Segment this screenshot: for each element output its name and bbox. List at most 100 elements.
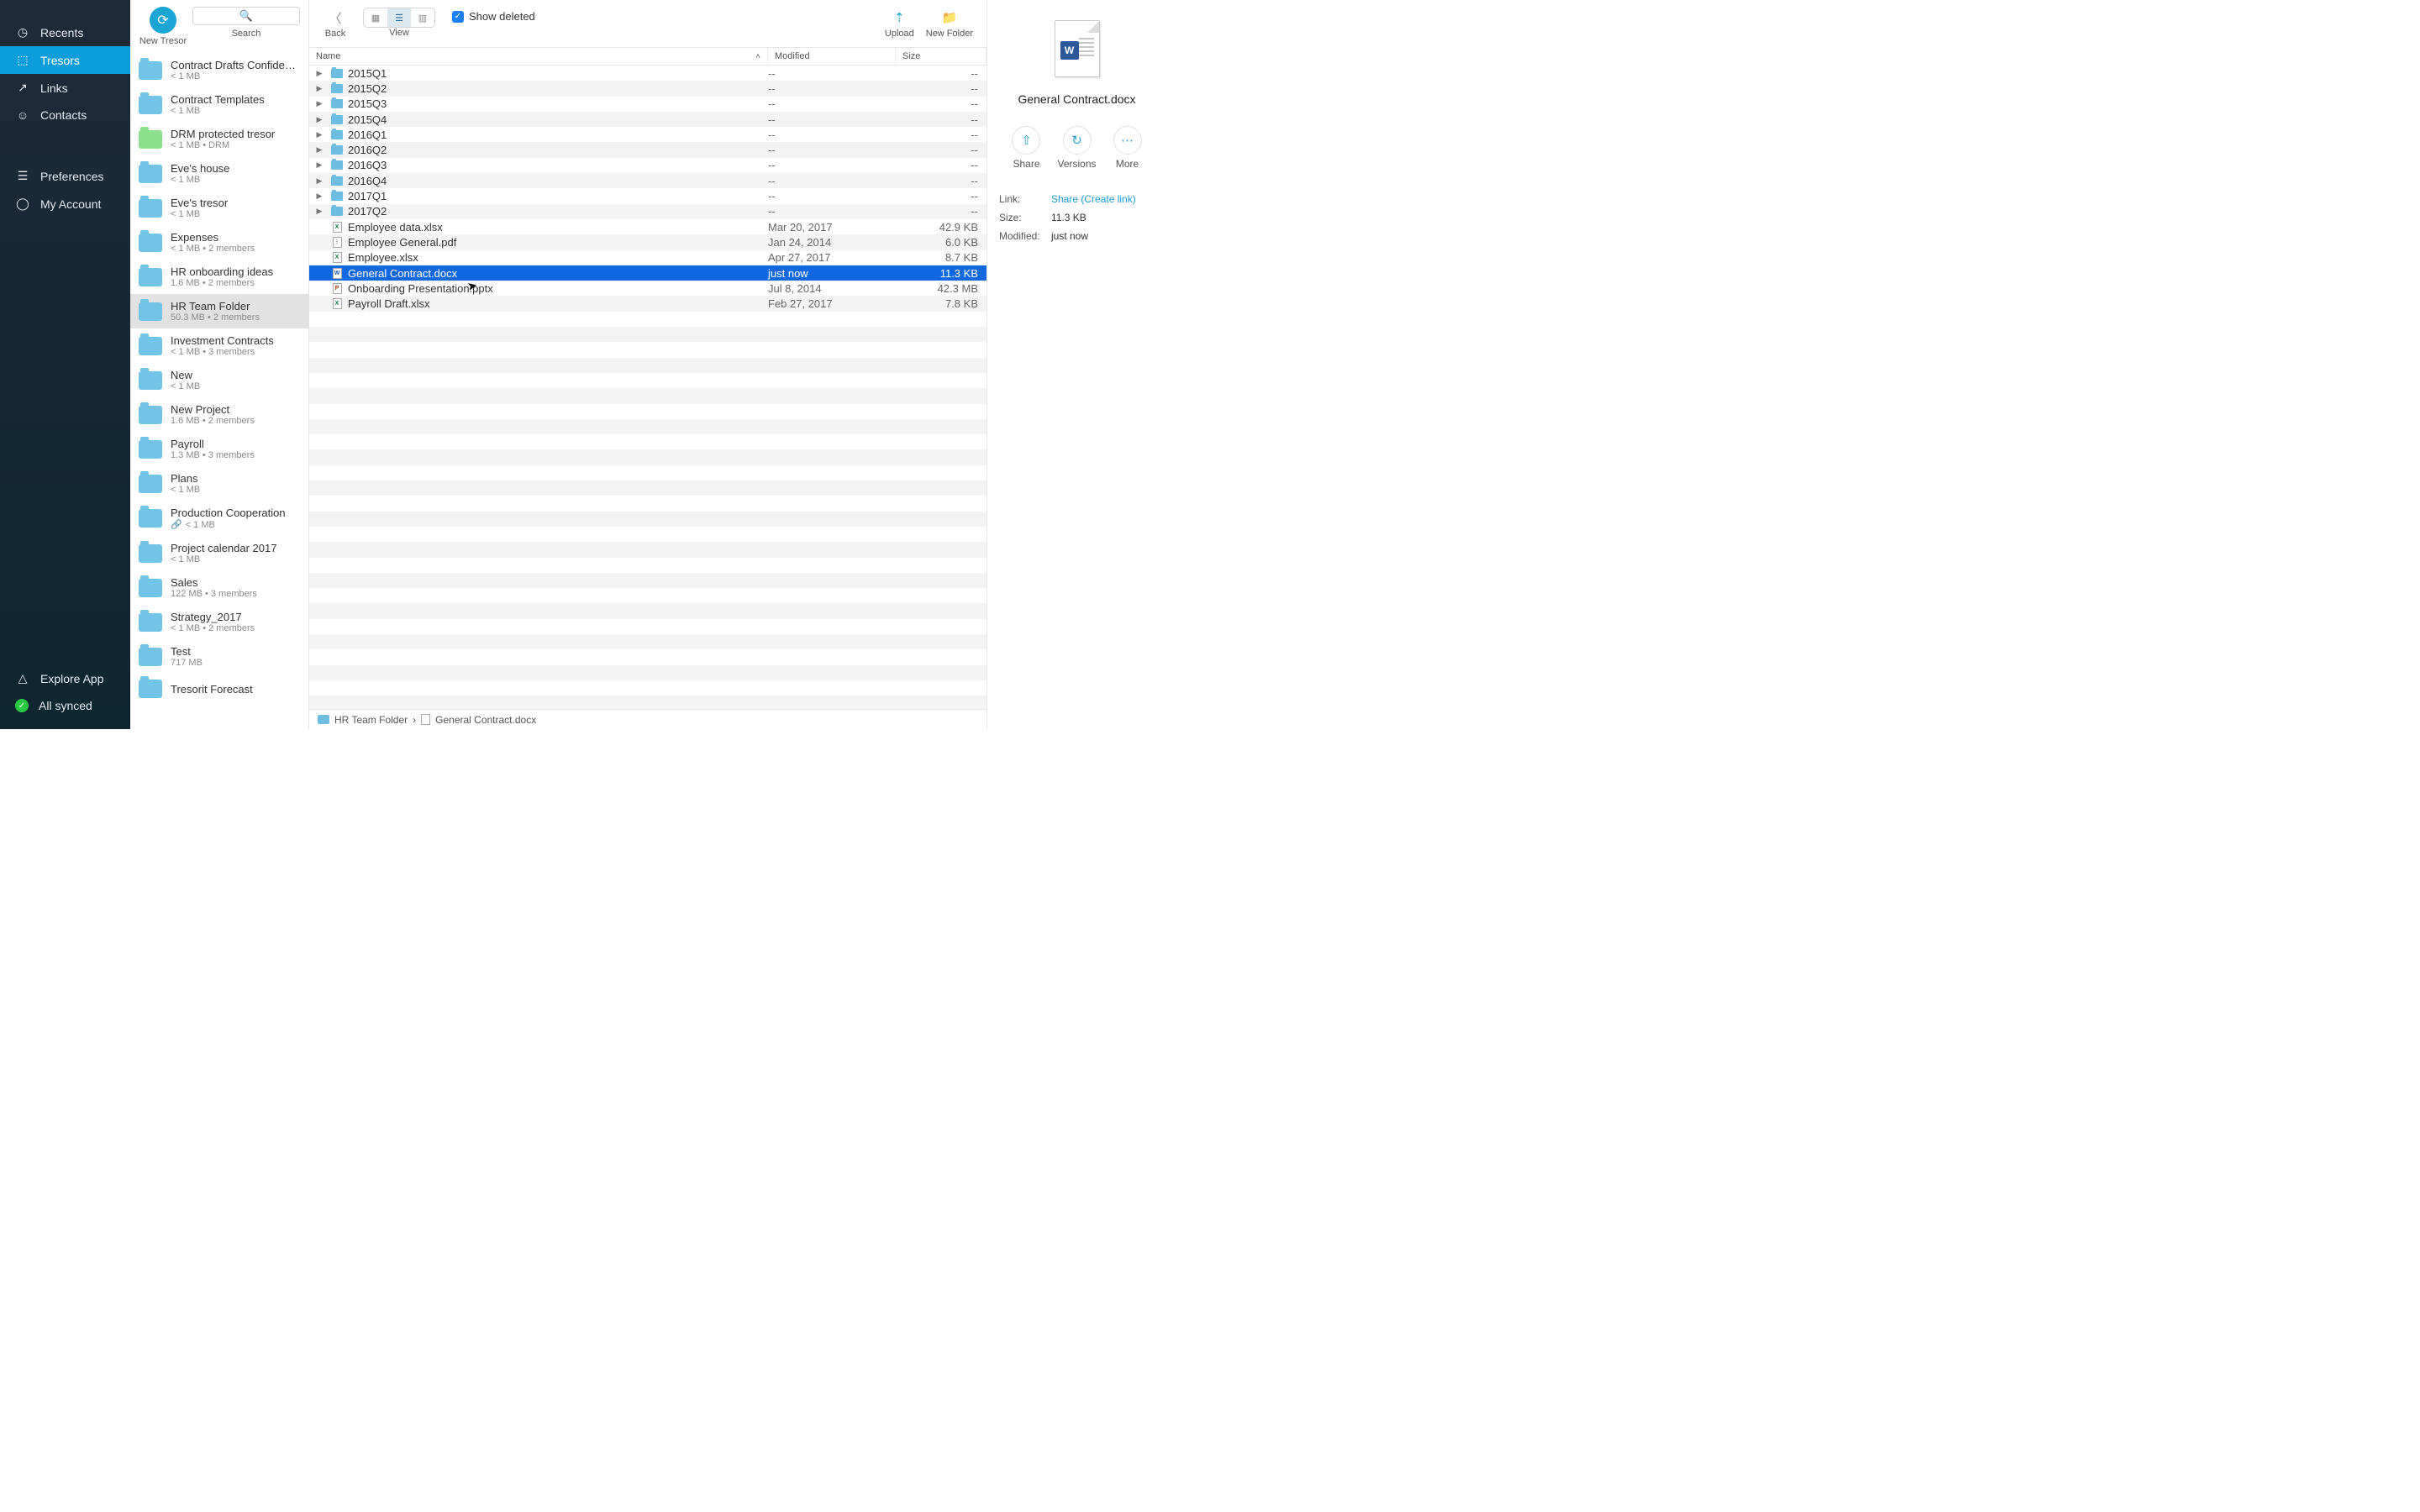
new-folder-label: New Folder <box>926 29 973 39</box>
column-modified[interactable]: Modified <box>768 48 896 65</box>
pdf-icon: ⋮ <box>333 237 342 248</box>
file-row[interactable]: ⋮Employee General.pdfJan 24, 20146.0 KB <box>309 234 986 249</box>
tresor-item[interactable]: Payroll1.3 MB • 3 members <box>130 432 308 466</box>
tresor-item[interactable]: Test717 MB <box>130 639 308 674</box>
file-size: -- <box>896 129 986 141</box>
versions-button[interactable]: ↻ Versions <box>1057 126 1096 170</box>
file-row[interactable]: ▶2017Q1---- <box>309 188 986 203</box>
breadcrumb-folder[interactable]: HR Team Folder <box>334 714 408 726</box>
file-row[interactable]: WGeneral Contract.docxjust now11.3 KB <box>309 265 986 281</box>
tresor-item[interactable]: DRM protected tresor< 1 MB • DRM <box>130 122 308 156</box>
view-grid-icon[interactable]: ▦ <box>364 8 387 27</box>
tresor-item[interactable]: Tresorit Forecast <box>130 674 308 704</box>
file-row[interactable]: XEmployee data.xlsxMar 20, 201742.9 KB <box>309 219 986 234</box>
tresor-item[interactable]: Contract Drafts Confide…< 1 MB <box>130 53 308 87</box>
nav-item-recents[interactable]: ◷Recents <box>0 18 130 46</box>
folder-icon <box>139 371 162 390</box>
file-name: Payroll Draft.xlsx <box>345 297 768 310</box>
tresor-name: Sales <box>171 576 300 589</box>
tresor-item[interactable]: Project calendar 2017< 1 MB <box>130 536 308 570</box>
tresor-name: New <box>171 369 300 381</box>
back-button[interactable]: 〈 Back <box>323 7 348 39</box>
folder-icon <box>139 302 162 321</box>
disclosure-icon: ▶ <box>309 160 329 170</box>
file-row[interactable]: ▶2017Q2---- <box>309 204 986 219</box>
nav-item-explore[interactable]: △Explore App <box>0 664 130 692</box>
breadcrumb-file[interactable]: General Contract.docx <box>435 714 536 726</box>
file-modified: -- <box>768 129 896 141</box>
tresor-item[interactable]: Eve's tresor< 1 MB <box>130 191 308 225</box>
folder-icon <box>139 579 162 597</box>
tresor-item[interactable]: Plans< 1 MB <box>130 466 308 501</box>
file-row[interactable]: ▶2016Q3---- <box>309 158 986 173</box>
more-button[interactable]: ⋯ More <box>1113 126 1142 170</box>
folder-icon <box>139 199 162 218</box>
view-columns-icon[interactable]: ▥ <box>411 8 434 27</box>
tresor-meta: 50.3 MB • 2 members <box>171 312 300 323</box>
folder-icon <box>331 99 343 108</box>
empty-row <box>309 465 986 480</box>
nav-item-synced[interactable]: ✓All synced <box>0 692 130 719</box>
nav-label: My Account <box>40 197 101 211</box>
tresor-item[interactable]: Investment Contracts< 1 MB • 3 members <box>130 328 308 363</box>
column-size[interactable]: Size <box>896 48 986 65</box>
new-tresor-icon: ⟳ <box>150 7 176 34</box>
meta-link-value[interactable]: Share (Create link) <box>1051 193 1136 205</box>
view-segmented[interactable]: ▦ ☰ ▥ <box>363 8 435 28</box>
tresor-item[interactable]: HR onboarding ideas1.6 MB • 2 members <box>130 260 308 294</box>
new-tresor-button[interactable]: ⟳ New Tresor <box>139 7 187 46</box>
tresor-item[interactable]: Production Cooperation🔗< 1 MB <box>130 501 308 536</box>
detail-metadata: Link: Share (Create link) Size: 11.3 KB … <box>999 193 1155 249</box>
file-row[interactable]: ▶2016Q4---- <box>309 173 986 188</box>
tresor-item[interactable]: Contract Templates< 1 MB <box>130 87 308 122</box>
folder-icon <box>331 160 343 170</box>
nav-item-preferences[interactable]: ☰Preferences <box>0 162 130 190</box>
column-name[interactable]: Name ˄ <box>309 48 768 65</box>
detail-panel: W General Contract.docx ⇧ Share ↻ Versio… <box>987 0 1166 729</box>
tresor-item[interactable]: Strategy_2017< 1 MB • 2 members <box>130 605 308 639</box>
show-deleted-checkbox[interactable]: ✓ Show deleted <box>452 10 535 23</box>
view-list-icon[interactable]: ☰ <box>387 8 411 27</box>
file-row[interactable]: ▶2016Q1---- <box>309 127 986 142</box>
file-size: -- <box>896 97 986 110</box>
nav-item-account[interactable]: ◯My Account <box>0 190 130 218</box>
file-name: Employee.xlsx <box>345 251 768 264</box>
tresor-item[interactable]: Eve's house< 1 MB <box>130 156 308 191</box>
xlsx-icon: X <box>333 222 342 233</box>
upload-button[interactable]: ⇡ Upload <box>885 7 914 39</box>
file-row[interactable]: XEmployee.xlsxApr 27, 20178.7 KB <box>309 250 986 265</box>
file-row[interactable]: ▶2016Q2---- <box>309 142 986 157</box>
tresor-item[interactable]: Sales122 MB • 3 members <box>130 570 308 605</box>
tresor-list[interactable]: Contract Drafts Confide…< 1 MBContract T… <box>130 53 308 729</box>
meta-modified-value: just now <box>1051 230 1088 242</box>
file-row[interactable]: POnboarding Presentation.pptxJul 8, 2014… <box>309 281 986 296</box>
nav-label: All synced <box>39 699 92 712</box>
nav-item-tresors[interactable]: ⬚Tresors <box>0 46 130 74</box>
file-size: 6.0 KB <box>896 236 986 249</box>
main-panel: 〈 Back ▦ ☰ ▥ View ✓ Show deleted ⇡ Uploa… <box>309 0 987 729</box>
tresor-item[interactable]: New< 1 MB <box>130 363 308 397</box>
versions-icon: ↻ <box>1063 126 1092 155</box>
file-list[interactable]: ▶2015Q1----▶2015Q2----▶2015Q3----▶2015Q4… <box>309 66 986 709</box>
nav-item-contacts[interactable]: ☺Contacts <box>0 102 130 129</box>
nav-item-links[interactable]: ↗Links <box>0 74 130 102</box>
upload-label: Upload <box>885 29 914 39</box>
tresor-item[interactable]: Expenses< 1 MB • 2 members <box>130 225 308 260</box>
share-button[interactable]: ⇧ Share <box>1012 126 1040 170</box>
search-input[interactable]: 🔍 <box>192 7 300 25</box>
tresor-item[interactable]: HR Team Folder50.3 MB • 2 members <box>130 294 308 328</box>
tresor-item[interactable]: New Project1.6 MB • 2 members <box>130 397 308 432</box>
search-icon: 🔍 <box>239 9 253 23</box>
file-name: 2017Q1 <box>345 190 768 202</box>
file-row[interactable]: XPayroll Draft.xlsxFeb 27, 20177.8 KB <box>309 296 986 311</box>
meta-modified-label: Modified: <box>999 230 1051 242</box>
file-modified: -- <box>768 190 896 202</box>
file-row[interactable]: ▶2015Q1---- <box>309 66 986 81</box>
file-row[interactable]: ▶2015Q3---- <box>309 97 986 112</box>
file-row[interactable]: ▶2015Q4---- <box>309 112 986 127</box>
disclosure-icon: ▶ <box>309 176 329 186</box>
tresor-meta: < 1 MB • DRM <box>171 140 300 150</box>
tresor-meta: < 1 MB <box>171 71 300 81</box>
file-row[interactable]: ▶2015Q2---- <box>309 81 986 96</box>
new-folder-button[interactable]: 📁 New Folder <box>926 7 973 39</box>
